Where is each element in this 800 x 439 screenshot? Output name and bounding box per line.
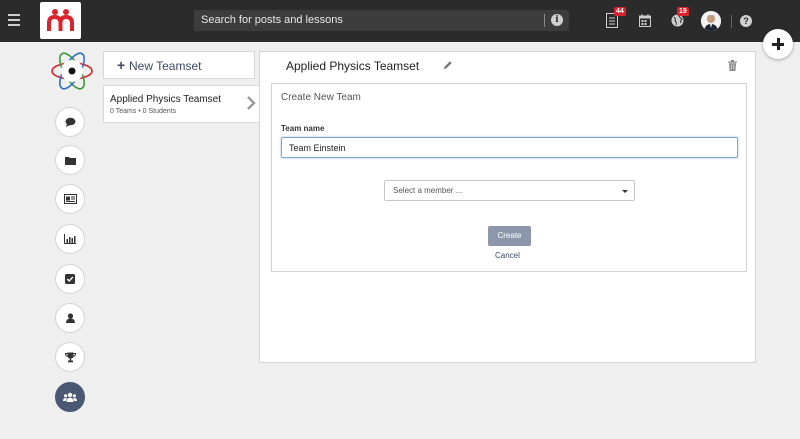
sidebar-item-files[interactable] [55,145,85,175]
course-atom-icon[interactable] [49,48,95,94]
member-select-placeholder: Select a member ... [393,186,463,195]
topbar-divider [731,15,732,28]
teamset-list-item[interactable]: Applied Physics Teamset 0 Teams • 0 Stud… [103,85,260,123]
checkbox-icon [65,274,75,284]
sidebar-item-discussions[interactable] [55,107,85,137]
group-icon [63,392,77,402]
sidebar-item-reports[interactable] [55,224,85,254]
assignments-button[interactable] [606,13,618,33]
form-heading: Create New Team [281,92,361,103]
chat-icon [65,117,75,127]
sidebar-item-assignments[interactable] [55,264,85,294]
chart-icon [64,234,76,244]
calendar-button[interactable] [639,14,651,32]
user-icon [65,313,75,323]
folder-icon [64,156,76,165]
calendar-icon [639,14,651,27]
sidebar-item-teams[interactable] [55,382,85,412]
new-teamset-label: New Teamset [129,59,202,73]
menu-icon[interactable] [8,14,20,26]
sidebar-item-members[interactable] [55,303,85,333]
caret-down-icon [622,190,628,193]
plus-icon: + [117,57,126,73]
search-divider [544,14,545,27]
sidebar-item-achievements[interactable] [55,342,85,372]
global-badge: 19 [677,7,689,16]
team-name-input[interactable] [281,137,738,158]
app-logo[interactable] [40,2,81,39]
new-teamset-button[interactable]: + New Teamset [103,51,255,79]
chevron-right-icon [247,96,256,110]
search-bar[interactable]: Search for posts and lessons i [194,10,569,31]
team-name-label: Team name [281,124,325,133]
help-icon[interactable]: ? [740,15,752,27]
trash-icon[interactable] [728,60,737,71]
add-button[interactable] [763,29,793,59]
top-bar: Search for posts and lessons i 44 19 ? [0,0,800,42]
create-team-form: Create New Team Team name Select a membe… [271,83,747,272]
page-title: Applied Physics Teamset [286,59,420,73]
search-input[interactable]: Search for posts and lessons [201,14,343,26]
trophy-icon [64,352,76,362]
sidebar-item-news[interactable] [55,184,85,214]
edit-icon[interactable] [443,60,453,70]
teamset-panel: Applied Physics Teamset Create New Team … [259,51,756,363]
info-icon[interactable]: i [551,14,563,26]
teamset-meta: 0 Teams • 0 Students [110,108,177,115]
avatar[interactable] [701,11,721,31]
news-icon [63,194,77,204]
assignments-badge: 44 [614,7,626,16]
member-select[interactable]: Select a member ... [384,180,635,201]
cancel-link[interactable]: Cancel [495,251,520,260]
create-button[interactable]: Create [488,226,531,246]
teamset-name: Applied Physics Teamset [110,94,221,105]
global-button[interactable] [671,14,684,32]
